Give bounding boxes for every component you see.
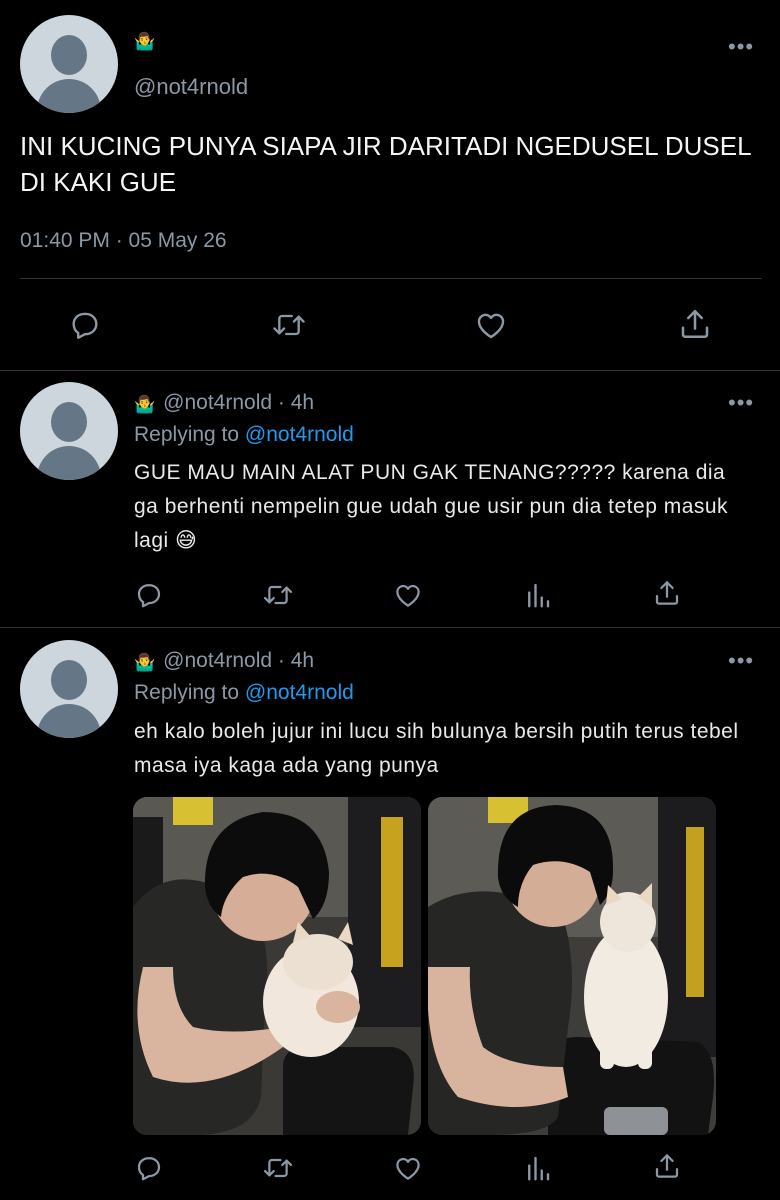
tweet-text: GUE MAU MAIN ALAT PUN GAK TENANG????? ka… — [134, 461, 729, 552]
reply-icon[interactable] — [68, 308, 102, 342]
share-icon[interactable] — [652, 578, 682, 608]
retweet-icon[interactable] — [262, 1153, 294, 1183]
more-options-button[interactable]: ••• — [728, 36, 754, 58]
analytics-icon[interactable] — [523, 1153, 553, 1183]
retweet-icon[interactable] — [271, 308, 307, 342]
tweet-photo[interactable] — [428, 797, 716, 1135]
avatar[interactable] — [20, 640, 118, 738]
divider — [0, 627, 780, 628]
share-icon[interactable] — [652, 1151, 682, 1181]
reply-icon[interactable] — [134, 580, 164, 610]
reply-header: 🤷‍♂️ @not4rnold · 4h — [134, 649, 314, 673]
user-handle[interactable]: @not4rnold — [134, 74, 248, 100]
tweet-photo[interactable] — [133, 797, 421, 1135]
tweet-text: eh kalo boleh jujur ini lucu sih bulunya… — [134, 720, 739, 777]
avatar[interactable] — [20, 382, 118, 480]
more-options-button[interactable]: ••• — [728, 392, 754, 414]
user-handle-time[interactable]: @not4rnold · 4h — [163, 649, 314, 672]
more-options-button[interactable]: ••• — [728, 650, 754, 672]
tweet-timestamp[interactable]: 01:40 PM · 05 May 26 — [20, 229, 227, 253]
replying-to-label: Replying to — [134, 423, 240, 446]
avatar[interactable] — [20, 15, 118, 113]
replying-to: Replying to @not4rnold — [134, 423, 354, 447]
replying-to-handle[interactable]: @not4rnold — [245, 681, 354, 704]
heart-icon[interactable] — [393, 1153, 423, 1183]
divider — [0, 370, 780, 371]
user-handle-time[interactable]: @not4rnold · 4h — [163, 391, 314, 414]
share-icon[interactable] — [677, 306, 713, 342]
retweet-icon[interactable] — [262, 580, 294, 610]
heart-icon[interactable] — [473, 308, 509, 342]
replying-to-handle[interactable]: @not4rnold — [245, 423, 354, 446]
analytics-icon[interactable] — [523, 580, 553, 610]
heart-icon[interactable] — [393, 580, 423, 610]
tweet-text: INI KUCING PUNYA SIAPA JIR DARITADI NGED… — [20, 131, 751, 197]
replying-to-label: Replying to — [134, 681, 240, 704]
user-emoji: 🤷‍♂️ — [134, 32, 156, 51]
reply-header: 🤷‍♂️ @not4rnold · 4h — [134, 391, 314, 415]
divider — [20, 278, 762, 279]
replying-to: Replying to @not4rnold — [134, 681, 354, 705]
reply-icon[interactable] — [134, 1153, 164, 1183]
user-emoji: 🤷‍♂️ — [134, 395, 156, 414]
user-emoji: 🤷‍♂️ — [134, 653, 156, 672]
